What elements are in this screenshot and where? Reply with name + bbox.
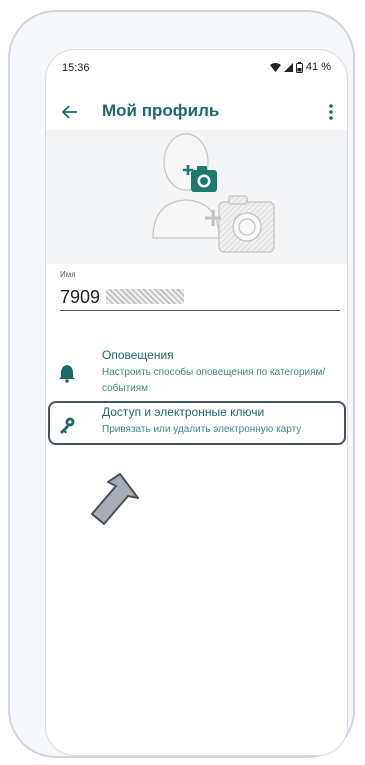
more-vert-icon[interactable] [327, 101, 335, 123]
access-keys-subtitle: Привязать или удалить электронную карту [102, 424, 302, 435]
key-icon [60, 417, 75, 434]
signal-icon [283, 62, 293, 72]
menu-item-notifications[interactable]: Оповещения Настроить способы оповещения … [54, 348, 341, 398]
redacted-name [106, 289, 184, 304]
app-bar: Мой профиль [46, 94, 347, 130]
name-input[interactable] [60, 284, 340, 311]
status-time: 15:36 [62, 62, 90, 74]
avatar-graphic[interactable] [141, 130, 281, 264]
page-title: Мой профиль [102, 101, 220, 120]
status-icons: 41 % [269, 61, 331, 73]
battery-icon [295, 61, 303, 73]
notifications-subtitle: Настроить способы оповещения по категори… [102, 367, 326, 394]
phone-frame: 15:36 41 % Мой профиль Имя 7909 Оповещен… [8, 10, 355, 758]
battery-percent: 41 % [305, 61, 331, 73]
arrow-left-icon[interactable] [60, 102, 80, 122]
bell-icon [59, 365, 75, 383]
status-bar: 15:36 41 % [46, 50, 347, 78]
access-keys-title: Доступ и электронные ключи [102, 405, 265, 419]
phone-screen: 15:36 41 % Мой профиль Имя 7909 Оповещен… [45, 49, 348, 756]
wifi-icon [269, 62, 281, 72]
pointer-arrow-icon [91, 473, 139, 525]
notifications-title: Оповещения [102, 348, 174, 362]
menu-item-access-keys[interactable]: Доступ и электронные ключи Привязать или… [54, 405, 341, 455]
name-label: Имя [60, 270, 76, 279]
avatar-area[interactable] [46, 130, 347, 264]
